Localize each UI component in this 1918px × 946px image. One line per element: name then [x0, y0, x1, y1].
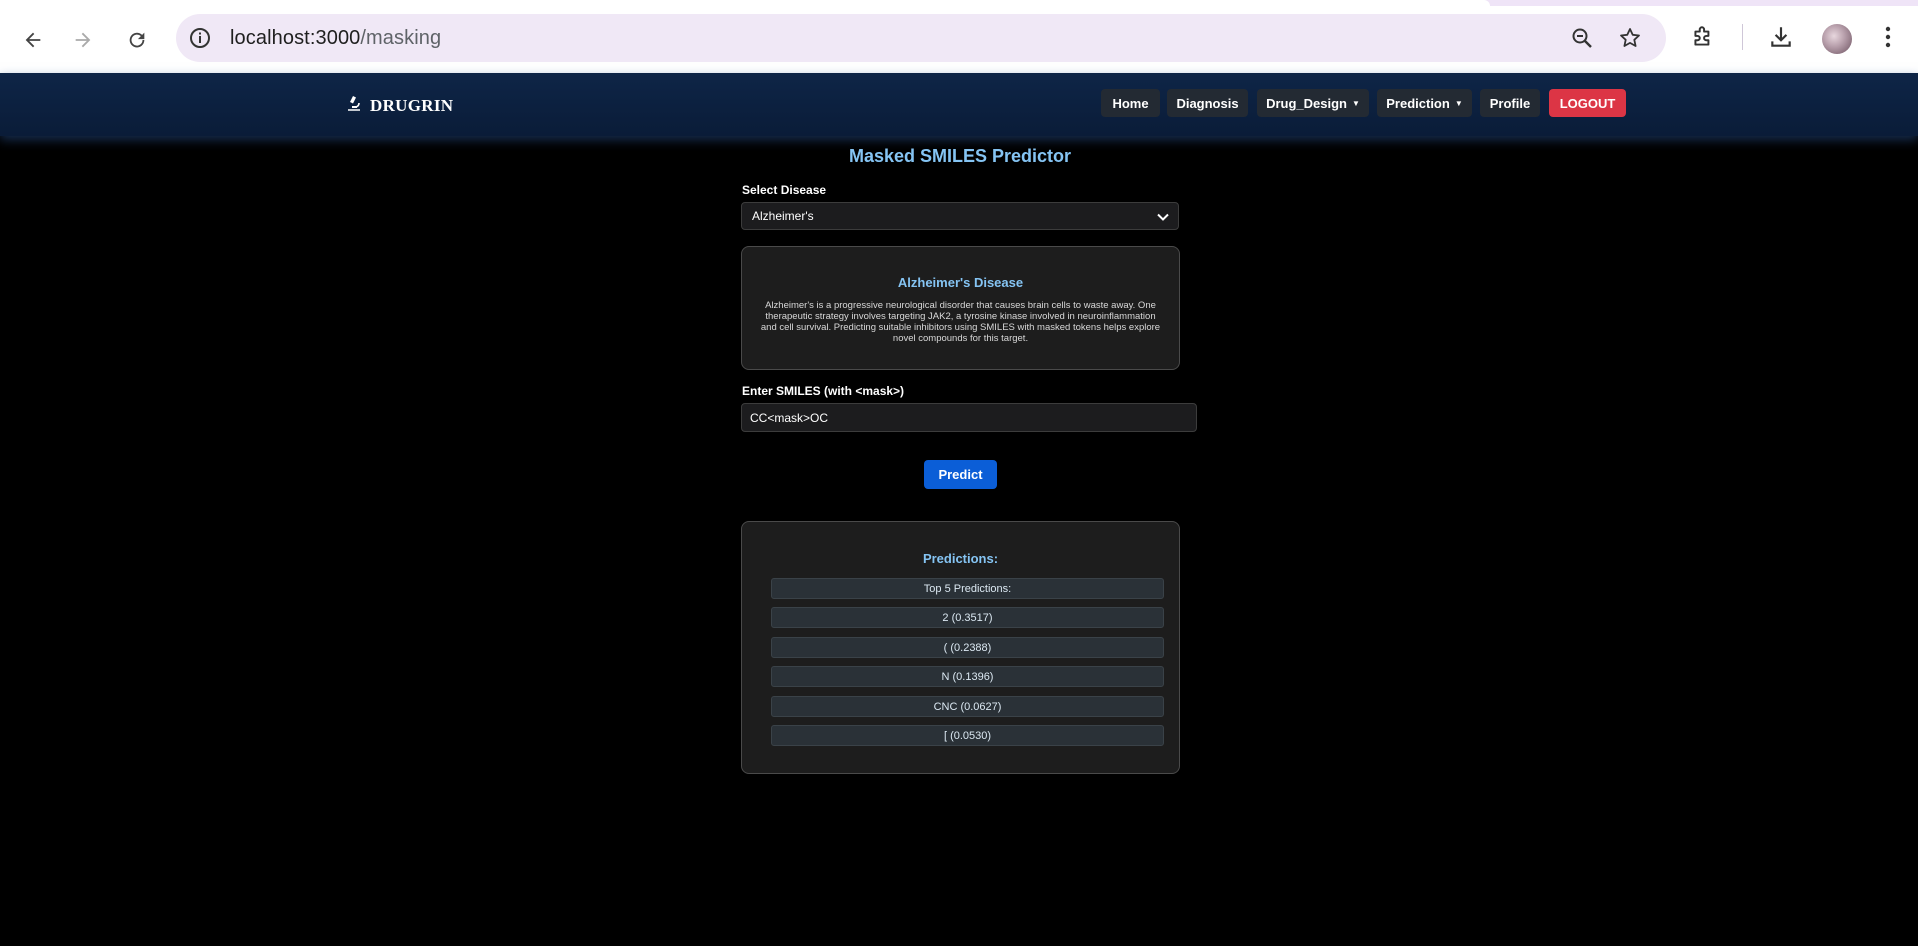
nav-drug-design[interactable]: Drug_Design ▼ — [1257, 89, 1369, 117]
url-host: localhost:3000 — [230, 27, 361, 49]
prediction-item: N (0.1396) — [771, 666, 1164, 687]
toolbar-divider — [1742, 24, 1743, 50]
nav-profile-label: Profile — [1489, 95, 1531, 111]
smiles-label: Enter SMILES (with <mask>) — [742, 384, 905, 398]
extensions-icon[interactable] — [1690, 24, 1716, 55]
nav-drug-design-label: Drug_Design — [1266, 95, 1347, 111]
prediction-item: [ (0.0530) — [771, 725, 1164, 746]
page-title: Masked SMILES Predictor — [848, 146, 1072, 166]
url-path: /masking — [360, 27, 442, 49]
back-icon[interactable] — [15, 22, 51, 58]
brand-name: DRUGRIN — [370, 95, 454, 115]
predict-button[interactable]: Predict — [924, 460, 997, 489]
app-navbar: DRUGRIN Home Diagnosis Drug_Design ▼ Pred… — [0, 73, 1918, 136]
brand-logo[interactable]: DRUGRIN — [346, 94, 453, 117]
microscope-icon — [346, 94, 364, 117]
nav-home[interactable]: Home — [1101, 89, 1160, 117]
disease-info-title: Alzheimer's Disease — [897, 275, 1024, 290]
reload-icon[interactable] — [119, 22, 155, 58]
url-text[interactable]: localhost:3000/masking — [230, 27, 441, 50]
predictions-title: Predictions: — [922, 551, 999, 566]
zoom-icon[interactable] — [1570, 26, 1594, 55]
logout-label: LOGOUT — [1559, 95, 1616, 111]
nav-prediction[interactable]: Prediction ▼ — [1377, 89, 1472, 117]
smiles-input-value: CC<mask>OC — [750, 410, 829, 425]
prediction-item: ( (0.2388) — [771, 637, 1164, 658]
browser-menu-icon[interactable] — [1878, 24, 1898, 55]
nav-home-label: Home — [1112, 95, 1149, 111]
caret-down-icon: ▼ — [1454, 98, 1463, 108]
prediction-item: CNC (0.0627) — [771, 696, 1164, 717]
nav-diagnosis[interactable]: Diagnosis — [1167, 89, 1248, 117]
forward-icon[interactable] — [65, 22, 101, 58]
disease-select-value: Alzheimer's — [752, 209, 814, 223]
disease-select[interactable]: Alzheimer's — [741, 202, 1179, 230]
nav-profile[interactable]: Profile — [1480, 89, 1540, 117]
tab-strip — [0, 0, 1918, 6]
profile-avatar[interactable] — [1822, 24, 1852, 54]
address-bar[interactable]: localhost:3000/masking — [176, 14, 1666, 62]
predictions-header: Top 5 Predictions: — [771, 578, 1164, 599]
predictions-card: Predictions: Top 5 Predictions: 2 (0.351… — [741, 521, 1180, 774]
prediction-item: 2 (0.3517) — [771, 607, 1164, 628]
disease-label: Select Disease — [742, 183, 827, 197]
caret-down-icon: ▼ — [1351, 98, 1360, 108]
browser-toolbar: localhost:3000/masking — [0, 0, 1918, 74]
logout-button[interactable]: LOGOUT — [1549, 89, 1626, 117]
bookmark-star-icon[interactable] — [1618, 26, 1642, 55]
chevron-down-icon — [1156, 210, 1170, 227]
disease-info-text: Alzheimer's is a progressive neurologica… — [760, 300, 1161, 344]
download-icon[interactable] — [1768, 24, 1794, 55]
smiles-input[interactable]: CC<mask>OC — [741, 403, 1197, 432]
nav-prediction-label: Prediction — [1386, 95, 1450, 111]
predict-button-label: Predict — [938, 467, 983, 482]
disease-info-card: Alzheimer's Disease Alzheimer's is a pro… — [741, 246, 1180, 370]
site-info-icon[interactable] — [188, 26, 212, 50]
nav-diagnosis-label: Diagnosis — [1176, 95, 1239, 111]
